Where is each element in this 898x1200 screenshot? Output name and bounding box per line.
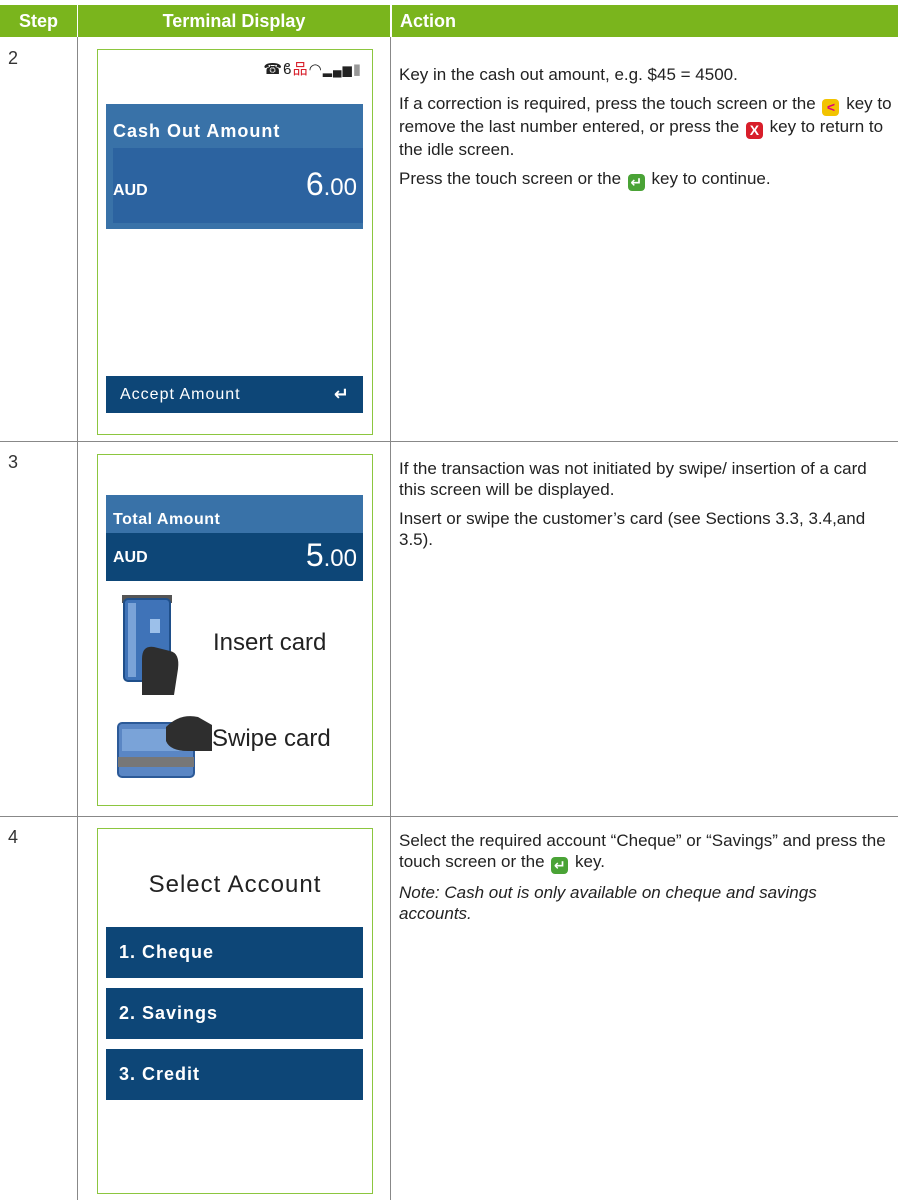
action-paragraph: Insert or swipe the customer’s card (see… [399,509,866,549]
wifi-icon: ◠ [308,61,323,78]
step-number: 3 [8,452,19,472]
account-option-savings[interactable]: 2. Savings [106,988,363,1039]
swipe-card-label: Swipe card [212,725,331,752]
amount-value: 5.00 [305,537,357,573]
status-bar: ☎ϐ品◠▂▄▆▮ [263,58,362,79]
select-account-title: Select Account [148,871,322,898]
panel-title: Cash Out Amount [113,121,281,141]
amount-field: AUD 6.00 [113,148,363,223]
phone-icon: ☎ [263,61,284,78]
action-paragraph: Select the required account “Cheque” or … [399,831,886,874]
account-option-credit[interactable]: 3. Credit [106,1049,363,1100]
account-option-cheque[interactable]: 1. Cheque [106,927,363,978]
step-number: 2 [8,48,19,68]
terminal-screen-cash-out: ☎ϐ品◠▂▄▆▮ Cash Out Amount AUD 6.00 Accept… [97,49,373,435]
header-action: Action [392,5,898,37]
action-text-step-3: If the transaction was not initiated by … [399,458,893,558]
enter-icon: ↵ [333,384,349,404]
panel-title: Total Amount [113,511,221,528]
column-divider [390,37,391,1200]
row-divider [0,441,898,442]
swipe-card-icon [117,716,212,778]
currency-label: AUD [113,549,148,566]
terminal-screen-select-account: Select Account 1. Cheque 2. Savings 3. C… [97,828,373,1194]
row-divider [0,816,898,817]
total-amount-panel: Total Amount AUD 5.00 [106,495,363,581]
terminal-screen-total-amount: Total Amount AUD 5.00 Insert card Swipe … [97,454,373,806]
accept-amount-button[interactable]: Accept Amount ↵ [106,376,363,413]
step-number: 4 [8,827,19,847]
enter-key-icon: ↵ [627,174,645,191]
back-key-icon: < [822,99,840,116]
amount-panel: Cash Out Amount AUD 6.00 [106,104,363,229]
currency-label: AUD [113,182,148,199]
action-paragraph: Key in the cash out amount, e.g. $45 = 4… [399,65,738,84]
enter-key-icon: ↵ [551,857,569,874]
insert-card-icon [122,595,179,695]
header-step: Step [0,5,77,37]
column-divider [77,37,78,1200]
action-note: Note: Cash out is only available on cheq… [399,883,817,923]
action-text-step-4: Select the required account “Cheque” or … [399,830,893,932]
action-paragraph: If the transaction was not initiated by … [399,459,867,499]
network-icon: 品 [292,61,309,78]
amount-value: 6.00 [305,166,357,202]
cancel-key-icon: X [745,122,763,139]
amount-field: AUD 5.00 [106,533,363,581]
action-paragraph: If a correction is required, press the t… [399,94,892,159]
accept-amount-label: Accept Amount [120,385,241,403]
header-terminal-display: Terminal Display [78,5,390,37]
signal-icon: ▂▄▆ [322,63,353,77]
action-paragraph: Press the touch screen or the ↵ key to c… [399,169,771,191]
battery-icon: ▮ [352,61,362,78]
action-text-step-2: Key in the cash out amount, e.g. $45 = 4… [399,64,893,199]
insert-card-label: Insert card [213,629,327,656]
bluetooth-icon: ϐ [283,61,293,78]
